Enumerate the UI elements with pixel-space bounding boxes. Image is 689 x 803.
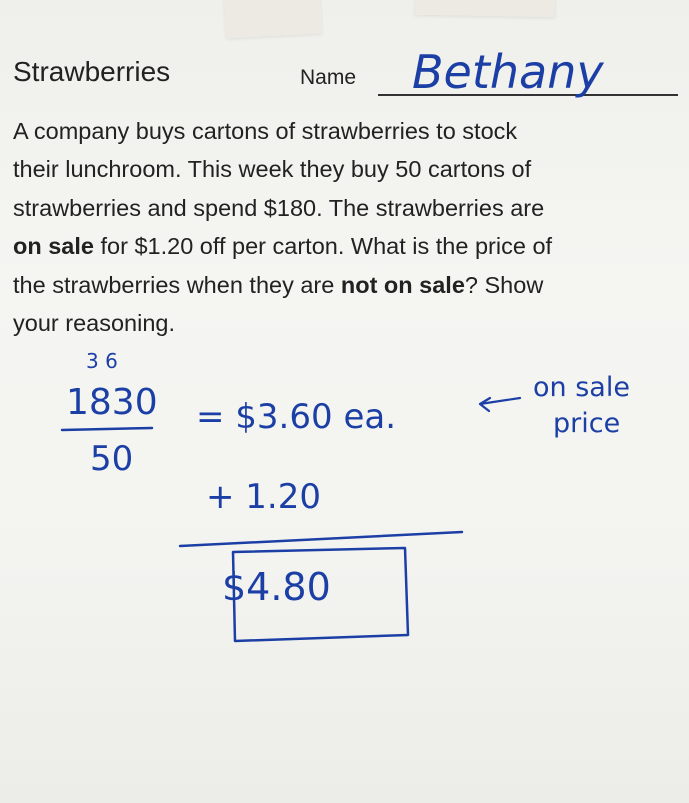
final-answer: $4.80 xyxy=(222,565,331,609)
annotation-line-1: on sale xyxy=(533,372,630,403)
fraction-numerator: 1830 xyxy=(66,382,158,423)
worksheet-photo: Strawberries Name A company buys cartons… xyxy=(0,0,689,803)
student-name: Bethany xyxy=(412,45,604,99)
fraction-denominator: 50 xyxy=(90,439,133,479)
fraction-bar xyxy=(60,426,154,432)
addend: + 1.20 xyxy=(206,477,321,517)
per-carton-result: = $3.60 ea. xyxy=(196,397,396,437)
arrow-left-icon xyxy=(478,396,522,413)
sum-line xyxy=(178,530,464,548)
annotation-line-2: price xyxy=(553,408,620,439)
handwritten-work: Bethany 3 6 1830 50 = $3.60 ea. on sale … xyxy=(60,45,630,643)
scratch-digits: 3 6 xyxy=(86,349,118,373)
